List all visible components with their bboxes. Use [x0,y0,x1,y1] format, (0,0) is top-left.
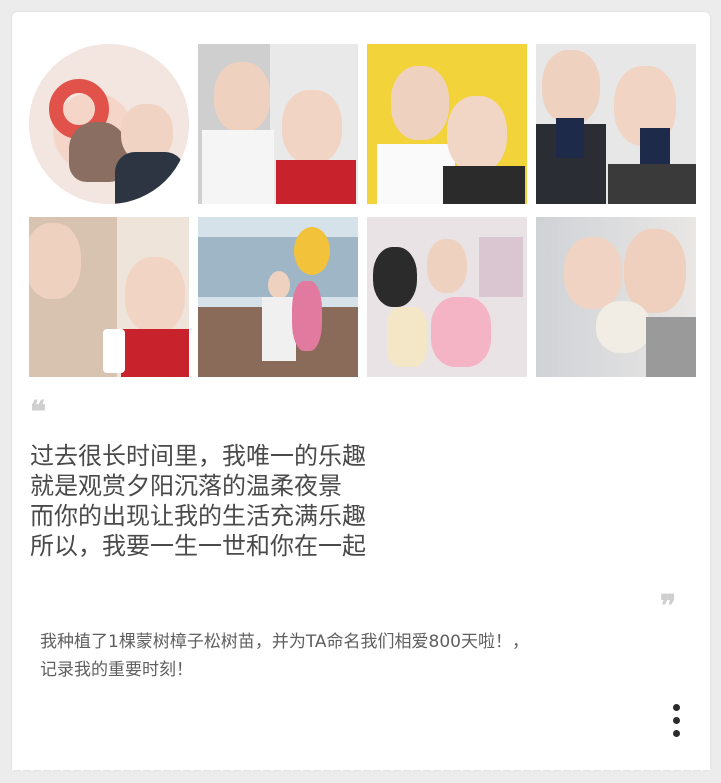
photo-1[interactable] [29,44,189,204]
photo-8[interactable] [536,217,696,377]
post-caption: 我种植了1棵蒙树樟子松树苗，并为TA命名我们相爱800天啦！， 记录我的重要时刻… [40,628,680,684]
photo-7[interactable] [367,217,527,377]
photo-2[interactable] [198,44,358,204]
photo-6[interactable] [198,217,358,377]
poem-text: 过去很长时间里，我唯一的乐趣 就是观赏夕阳沉落的温柔夜景 而你的出现让我的生活充… [30,441,590,561]
photo-grid [29,44,698,380]
photo-5[interactable] [29,217,189,377]
photo-4[interactable] [536,44,696,204]
open-quote-icon: ❝ [30,395,46,430]
photo-3[interactable] [367,44,527,204]
close-quote-icon: ❞ [660,589,676,624]
caption-line: 记录我的重要时刻！ [40,660,193,680]
card-zigzag-edge [12,764,710,774]
poem-line: 而你的出现让我的生活充满乐趣 [30,502,366,530]
caption-line: 我种植了1棵蒙树樟子松树苗，并为TA命名我们相爱800天啦！， [40,632,529,652]
more-vertical-icon[interactable] [668,704,686,738]
poem-line: 过去很长时间里，我唯一的乐趣 [30,442,366,470]
poem-line: 所以，我要一生一世和你在一起 [30,532,366,560]
poem-line: 就是观赏夕阳沉落的温柔夜景 [30,472,342,500]
